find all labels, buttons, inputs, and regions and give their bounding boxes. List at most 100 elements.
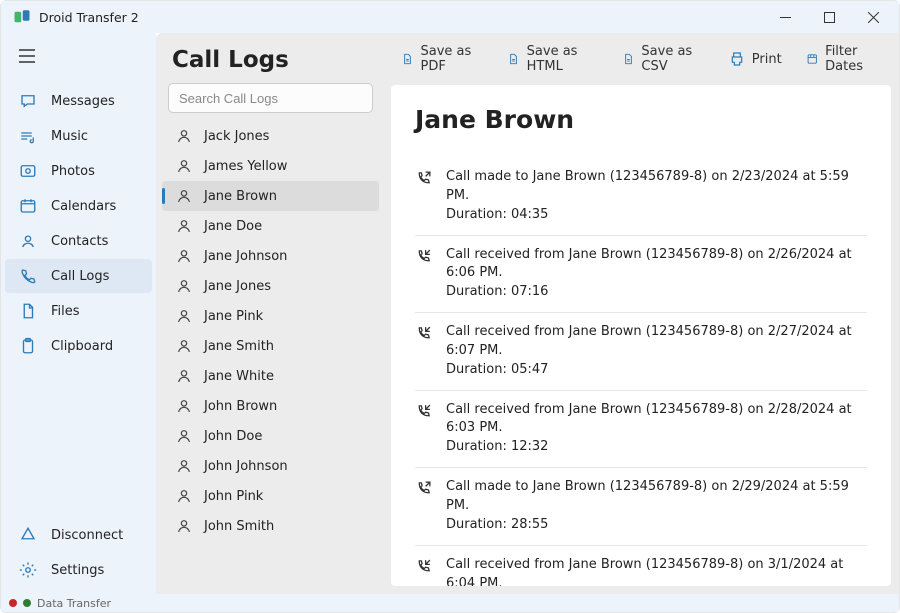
contact-item[interactable]: Jane Pink: [162, 301, 379, 331]
contact-item[interactable]: Jane Doe: [162, 211, 379, 241]
save-pdf-button[interactable]: Save as PDF: [391, 38, 493, 80]
contact-name-label: James Yellow: [204, 159, 287, 174]
filter-dates-button[interactable]: Filter Dates: [796, 38, 893, 80]
sidebar-item-label: Photos: [51, 164, 95, 179]
print-button[interactable]: Print: [719, 45, 792, 73]
person-icon: [176, 188, 192, 204]
contact-item[interactable]: John Brown: [162, 391, 379, 421]
status-dot-green: [23, 599, 31, 607]
sidebar: Messages Music Photos Calendars Contacts…: [1, 33, 156, 594]
contact-name-label: Jane Pink: [204, 309, 263, 324]
print-label: Print: [752, 52, 782, 67]
person-icon: [176, 278, 192, 294]
call-in-icon: [415, 403, 432, 420]
call-log-row: Call received from Jane Brown (123456789…: [415, 546, 867, 586]
contact-name-label: John Smith: [204, 519, 274, 534]
contact-name-label: John Brown: [204, 399, 277, 414]
contact-item[interactable]: John Smith: [162, 511, 379, 541]
contact-item[interactable]: James Yellow: [162, 151, 379, 181]
contact-item[interactable]: Jane Smith: [162, 331, 379, 361]
sidebar-item-files[interactable]: Files: [5, 294, 152, 328]
maximize-button[interactable]: [807, 1, 851, 33]
person-icon: [176, 248, 192, 264]
search-input[interactable]: [168, 83, 373, 113]
contact-name-label: Jane Smith: [204, 339, 274, 354]
save-pdf-label: Save as PDF: [420, 44, 483, 74]
sidebar-item-settings[interactable]: Settings: [5, 553, 152, 587]
photo-icon: [19, 162, 37, 180]
filter-label: Filter Dates: [825, 44, 883, 74]
message-icon: [19, 92, 37, 110]
contact-name-label: John Johnson: [204, 459, 288, 474]
call-log-text: Call received from Jane Brown (123456789…: [446, 323, 867, 380]
sidebar-item-messages[interactable]: Messages: [5, 84, 152, 118]
person-icon: [176, 518, 192, 534]
sidebar-item-disconnect[interactable]: Disconnect: [5, 518, 152, 552]
call-log-row: Call received from Jane Brown (123456789…: [415, 391, 867, 469]
statusbar: Data Transfer: [1, 594, 899, 612]
titlebar: Droid Transfer 2: [1, 1, 899, 33]
person-icon: [176, 368, 192, 384]
contact-name-label: Jane Doe: [204, 219, 262, 234]
contact-name-label: Jack Jones: [204, 129, 269, 144]
call-log-text: Call made to Jane Brown (123456789-8) on…: [446, 478, 867, 535]
call-log-text: Call received from Jane Brown (123456789…: [446, 401, 867, 458]
contact-item[interactable]: John Johnson: [162, 451, 379, 481]
call-out-icon: [415, 480, 432, 497]
person-icon: [176, 428, 192, 444]
save-csv-button[interactable]: Save as CSV: [612, 38, 715, 80]
close-button[interactable]: [851, 1, 895, 33]
contact-name-label: John Pink: [204, 489, 263, 504]
contact-icon: [19, 232, 37, 250]
toolbar: Save as PDF Save as HTML Save as CSV Pri…: [385, 33, 899, 85]
call-log-row: Call made to Jane Brown (123456789-8) on…: [415, 468, 867, 546]
sidebar-item-label: Calendars: [51, 199, 116, 214]
call-log-text: Call received from Jane Brown (123456789…: [446, 246, 867, 303]
person-icon: [176, 158, 192, 174]
print-icon: [729, 51, 745, 67]
file-icon: [19, 302, 37, 320]
hamburger-button[interactable]: [1, 39, 156, 77]
sidebar-item-photos[interactable]: Photos: [5, 154, 152, 188]
status-dot-red: [9, 599, 17, 607]
sidebar-item-label: Contacts: [51, 234, 108, 249]
contact-item[interactable]: John Doe: [162, 421, 379, 451]
sidebar-item-music[interactable]: Music: [5, 119, 152, 153]
save-csv-label: Save as CSV: [641, 44, 704, 74]
call-in-icon: [415, 325, 432, 342]
contact-item[interactable]: Jack Jones: [162, 121, 379, 151]
call-out-icon: [415, 170, 432, 187]
sidebar-item-calendars[interactable]: Calendars: [5, 189, 152, 223]
sidebar-item-call-logs[interactable]: Call Logs: [5, 259, 152, 293]
person-icon: [176, 218, 192, 234]
calllog-icon: [19, 267, 37, 285]
person-icon: [176, 488, 192, 504]
sidebar-item-clipboard[interactable]: Clipboard: [5, 329, 152, 363]
contact-item[interactable]: Jane Jones: [162, 271, 379, 301]
calendar-icon: [19, 197, 37, 215]
contact-name-label: Jane Jones: [204, 279, 271, 294]
call-log-text: Call received from Jane Brown (123456789…: [446, 556, 867, 586]
save-html-button[interactable]: Save as HTML: [497, 38, 608, 80]
html-icon: [507, 51, 520, 67]
contact-name-label: John Doe: [204, 429, 262, 444]
sidebar-item-label: Clipboard: [51, 339, 113, 354]
contact-name-label: Jane White: [204, 369, 274, 384]
pdf-icon: [401, 51, 413, 67]
minimize-button[interactable]: [763, 1, 807, 33]
contact-item[interactable]: John Pink: [162, 481, 379, 511]
contact-item[interactable]: Jane White: [162, 361, 379, 391]
contact-name-label: Jane Brown: [204, 189, 277, 204]
contact-panel: Call Logs Jack Jones James Yellow Jane B…: [156, 33, 385, 594]
person-icon: [176, 338, 192, 354]
call-log-text: Call made to Jane Brown (123456789-8) on…: [446, 168, 867, 225]
app-icon: [13, 8, 31, 26]
contact-name: Jane Brown: [415, 105, 867, 134]
sidebar-item-label: Call Logs: [51, 269, 109, 284]
detail-panel: Jane Brown Call made to Jane Brown (1234…: [391, 85, 891, 586]
contact-item[interactable]: Jane Johnson: [162, 241, 379, 271]
person-icon: [176, 308, 192, 324]
contact-item[interactable]: Jane Brown: [162, 181, 379, 211]
save-html-label: Save as HTML: [527, 44, 598, 74]
sidebar-item-contacts[interactable]: Contacts: [5, 224, 152, 258]
